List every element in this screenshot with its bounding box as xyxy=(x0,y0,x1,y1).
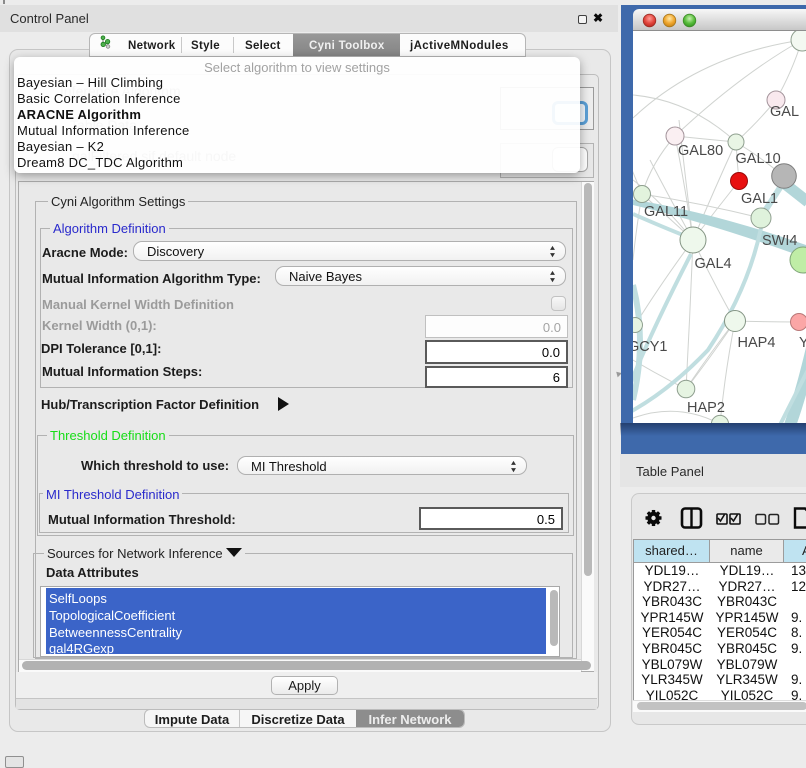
svg-text:SWI4: SWI4 xyxy=(762,233,797,249)
svg-text:Y: Y xyxy=(799,335,806,351)
svg-text:GAL10: GAL10 xyxy=(736,151,781,167)
svg-text:HAP2: HAP2 xyxy=(687,400,725,416)
svg-text:GAL1: GAL1 xyxy=(741,191,778,207)
svg-text:GAL11: GAL11 xyxy=(644,204,688,220)
svg-text:GAL: GAL xyxy=(770,104,799,120)
svg-text:GAL80: GAL80 xyxy=(678,143,723,159)
svg-text:GCY1: GCY1 xyxy=(633,339,668,355)
svg-text:HAP4: HAP4 xyxy=(738,335,776,351)
svg-text:GAL4: GAL4 xyxy=(695,256,732,272)
